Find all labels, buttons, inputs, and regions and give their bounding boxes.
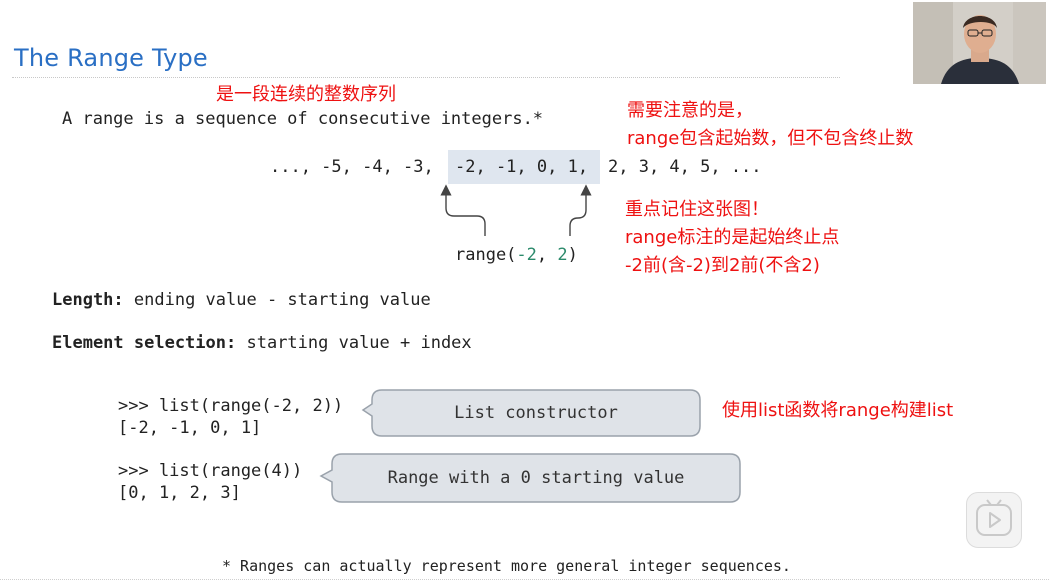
example2-output: [0, 1, 2, 3] [118,483,241,503]
page-title: The Range Type [14,44,208,72]
start-arrow [440,184,486,236]
title-divider [12,77,840,78]
example2-prompt: >>> list(range(4)) [118,461,303,481]
example1-callout-text: List constructor [454,403,618,423]
annotation-note-line1: 需要注意的是， [627,100,753,121]
range-label-close: ) [567,245,578,265]
range-label-stop: 2 [557,245,568,265]
length-label: Length: [52,290,124,310]
range-label-sep: , [536,245,558,265]
element-selection-label: Element selection: [52,333,237,353]
range-label: range(-2, 2) [455,245,578,265]
webcam-video [913,2,1046,84]
play-icon [976,499,1012,536]
example2-callout-text: Range with a 0 starting value [387,468,685,488]
element-selection-text: starting value + index [246,333,472,353]
annotation-note-line3: 重点记住这张图！ [625,199,769,220]
example1-prompt: >>> list(range(-2, 2)) [118,396,344,416]
annotation-note-line2: range包含起始数，但不包含终止数 [627,128,914,149]
range-definition: A range is a sequence of consecutive int… [62,109,544,129]
footnote: * Ranges can actually represent more gen… [222,557,791,575]
annotation-intro: 是一段连续的整数序列 [216,84,396,105]
sequence-prefix: ..., -5, -4, -3, [270,157,434,177]
length-text: ending value - starting value [133,290,431,310]
annotation-list-constructor: 使用list函数将range构建list [722,400,954,421]
length-row: Length: ending value - starting value [52,290,431,310]
example1-callout: List constructor [372,390,700,436]
example1-output: [-2, -1, 0, 1] [118,418,262,438]
presenter-avatar-icon [913,2,1046,84]
annotation-note-line4: range标注的是起始终止点 [625,227,840,248]
range-label-fn: range( [455,245,517,265]
range-bracket-arrows [440,184,592,236]
annotation-note-line5: -2前(含-2)到2前(不含2) [625,255,820,276]
sequence-suffix: 2, 3, 4, 5, ... [608,157,762,177]
play-button[interactable] [966,492,1022,548]
example2-callout: Range with a 0 starting value [332,454,740,502]
range-label-start: -2 [516,245,537,265]
element-selection-row: Element selection: starting value + inde… [52,333,472,353]
sequence-highlighted: -2, -1, 0, 1, [455,157,589,177]
bottom-divider [0,579,1049,580]
stop-arrow [569,184,592,236]
